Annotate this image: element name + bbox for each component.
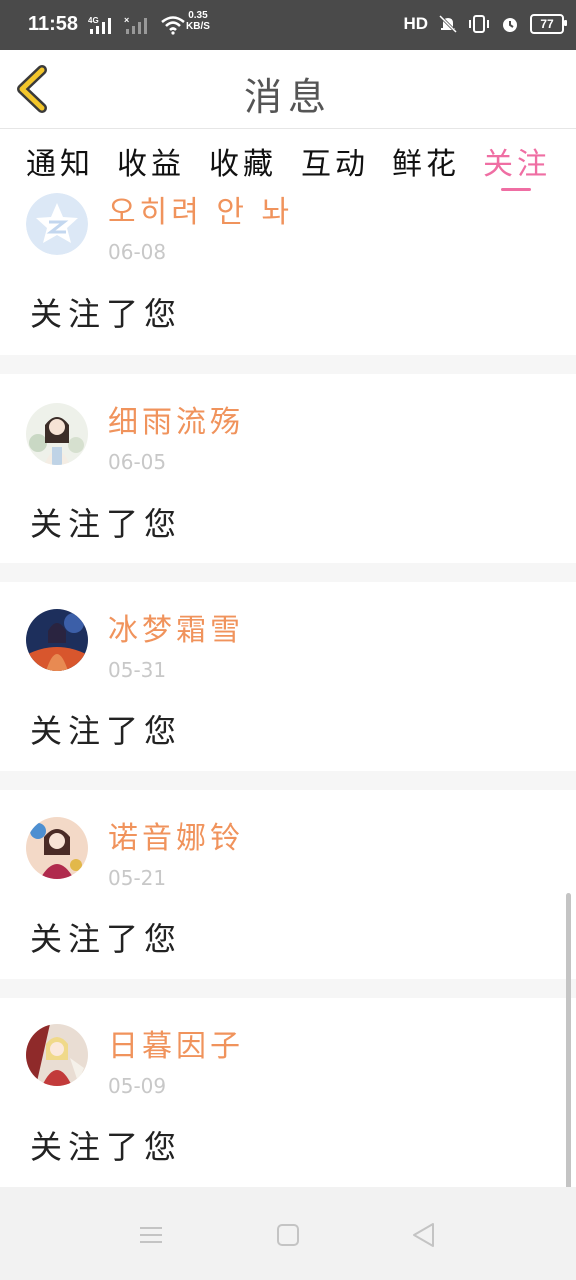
follow-date: 05-31	[108, 658, 167, 682]
tab-notifications[interactable]: 通知	[26, 139, 94, 183]
avatar[interactable]	[26, 609, 88, 671]
tab-favorites[interactable]: 收藏	[209, 139, 277, 183]
status-time: 11:58	[28, 13, 79, 35]
avatar-image	[26, 609, 88, 671]
follow-date: 05-21	[108, 866, 167, 890]
svg-text:4G: 4G	[88, 16, 99, 25]
qzone-logo-icon	[26, 193, 88, 255]
avatar[interactable]	[26, 403, 88, 465]
follow-message: 关注了您	[30, 1128, 183, 1166]
active-tab-indicator	[501, 188, 531, 191]
menu-button[interactable]	[131, 1215, 171, 1255]
back-nav-button[interactable]	[404, 1215, 444, 1255]
home-button[interactable]	[268, 1215, 308, 1255]
title-bar: 消息	[0, 50, 576, 129]
page-title: 消息	[243, 75, 332, 119]
list-item[interactable]: 细雨流殇 06-05 关注了您	[0, 374, 576, 563]
message-tabs: 通知 收益 收藏 互动 鲜花 关注	[0, 129, 576, 193]
follow-date: 06-08	[108, 240, 167, 264]
follow-date: 05-09	[108, 1074, 167, 1098]
avatar-image	[26, 1024, 88, 1086]
battery-level: 77	[540, 17, 554, 31]
follow-message: 关注了您	[30, 295, 183, 333]
avatar[interactable]	[26, 817, 88, 879]
follow-message: 关注了您	[30, 920, 183, 958]
signal-4g-icon: 4G	[88, 16, 111, 34]
svg-text:×: ×	[124, 15, 129, 25]
list-item[interactable]: 오히려 안 놔 06-08 关注了您	[0, 193, 576, 355]
triangle-back-icon	[413, 1223, 434, 1247]
wifi-icon	[161, 16, 185, 35]
follow-message: 关注了您	[30, 505, 183, 543]
list-item[interactable]: 冰梦霜雪 05-31 关注了您	[0, 582, 576, 771]
network-speed: 0.35 KB/S	[186, 10, 210, 32]
follower-list[interactable]: 오히려 안 놔 06-08 关注了您 细雨流殇 06-05 关注了您 冰梦霜雪 …	[0, 193, 576, 1187]
status-right-icons: HD 77	[403, 14, 567, 34]
vibrate-icon	[469, 15, 489, 33]
tab-following[interactable]: 关注	[483, 139, 551, 183]
signal-no-service-icon: ×	[124, 15, 147, 34]
avatar-default[interactable]	[26, 193, 88, 255]
list-item[interactable]: 诺音娜铃 05-21 关注了您	[0, 790, 576, 979]
avatar-image	[26, 403, 88, 465]
mute-bell-icon	[438, 14, 458, 34]
username[interactable]: 日暮因子	[108, 1021, 244, 1065]
username[interactable]: 冰梦霜雪	[108, 605, 244, 649]
avatar-image	[26, 817, 88, 879]
tab-interactions[interactable]: 互动	[301, 139, 369, 183]
list-item[interactable]: 日暮因子 05-09 关注了您	[0, 998, 576, 1187]
list-scrollbar[interactable]	[566, 893, 571, 1193]
status-network-icons: 4G ×	[88, 15, 186, 35]
battery-icon: 77	[530, 14, 567, 34]
status-bar: 11:58 4G × 0.35 KB/S HD 77	[0, 0, 576, 50]
follow-date: 06-05	[108, 450, 167, 474]
username[interactable]: 오히려 안 놔	[108, 193, 293, 231]
tab-earnings[interactable]: 收益	[117, 139, 185, 183]
username[interactable]: 细雨流殇	[108, 397, 244, 441]
menu-icon	[140, 1227, 162, 1243]
avatar[interactable]	[26, 1024, 88, 1086]
hd-label: HD	[403, 14, 428, 33]
tab-flowers[interactable]: 鲜花	[392, 139, 460, 183]
square-home-icon	[277, 1224, 299, 1246]
system-nav-bar	[0, 1187, 576, 1280]
username[interactable]: 诺音娜铃	[108, 813, 244, 857]
alarm-clock-icon	[503, 18, 517, 32]
follow-message: 关注了您	[30, 712, 183, 750]
